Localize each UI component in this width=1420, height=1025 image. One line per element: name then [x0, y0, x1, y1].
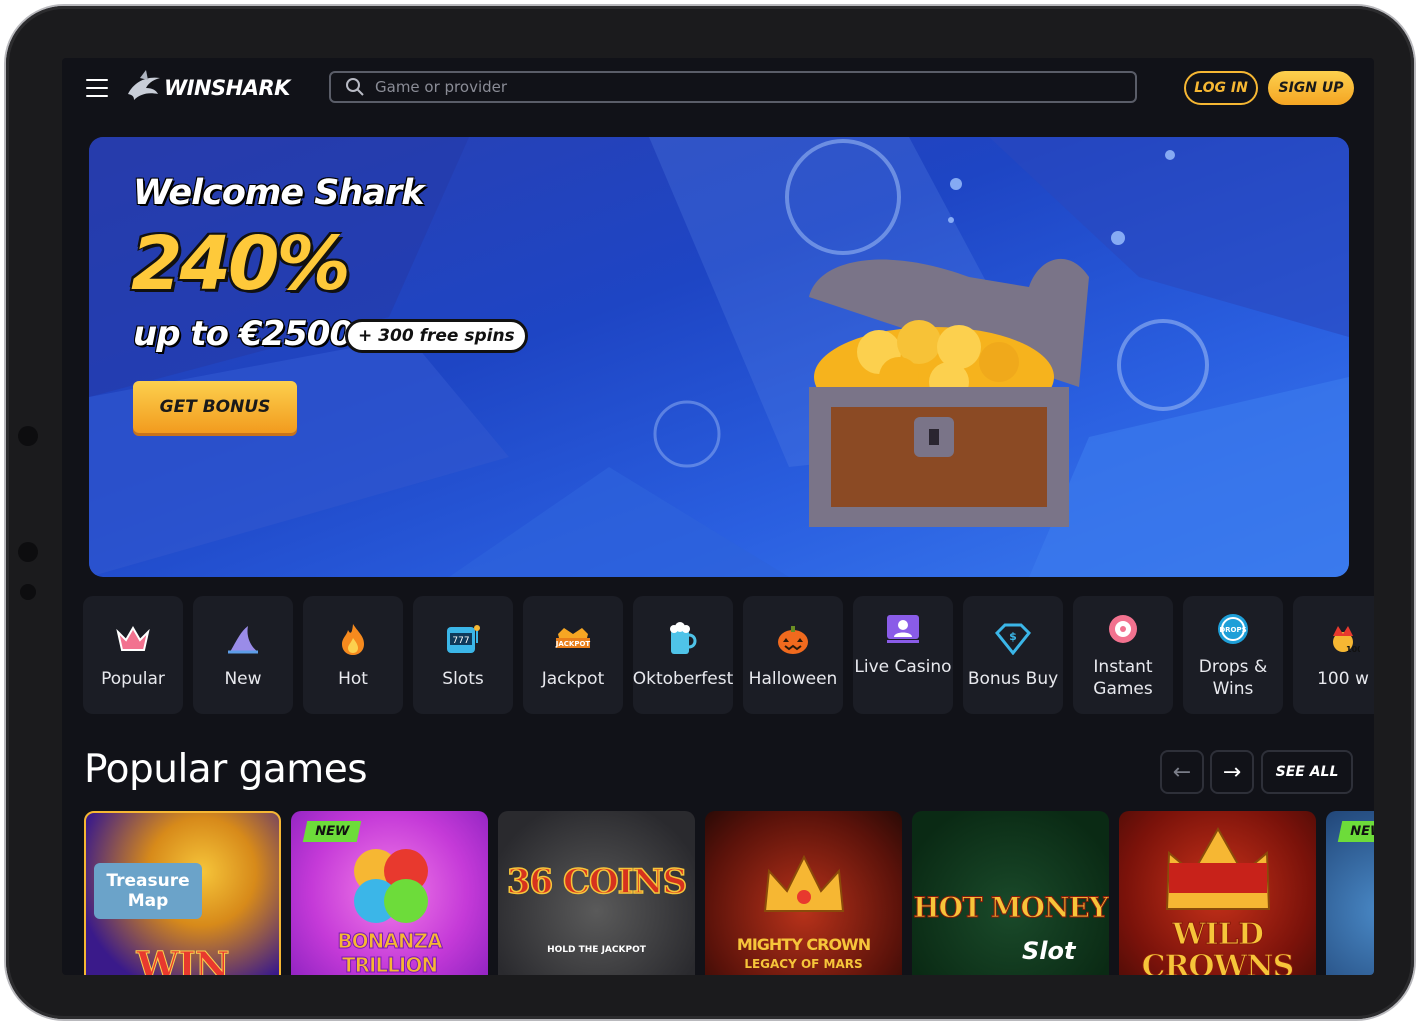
jackpot-icon: JACKPOT	[553, 622, 593, 656]
svg-text:DROPS: DROPS	[1219, 626, 1246, 634]
welcome-banner[interactable]: Welcome Shark 240% up to €2500 + 300 fre…	[89, 137, 1349, 577]
crown-icon	[763, 854, 845, 912]
joker-icon: 100	[1323, 622, 1363, 656]
category-label: Drops & Wins	[1198, 657, 1268, 699]
treasure-chest-icon	[809, 258, 1089, 527]
game-title: 36 COINS	[506, 862, 688, 902]
top-header: WINSHARK LOG IN SIGN UP	[62, 58, 1374, 120]
login-button[interactable]: LOG IN	[1184, 71, 1258, 105]
see-all-button[interactable]: SEE ALL	[1261, 750, 1353, 794]
category-label: Popular	[101, 669, 165, 689]
banner-title: Welcome Shark	[133, 173, 425, 213]
category-label: Bonus Buy	[967, 669, 1059, 689]
tablet-frame: WINSHARK LOG IN SIGN UP	[6, 6, 1414, 1019]
category-new[interactable]: New	[193, 596, 293, 714]
logo[interactable]: WINSHARK	[126, 68, 290, 108]
clover-icon	[354, 849, 428, 923]
flame-icon	[333, 622, 373, 656]
free-spins-badge: + 300 free spins	[345, 319, 528, 353]
drops-wins-icon: DROPS	[1213, 612, 1253, 646]
camera-dot	[20, 584, 36, 600]
category-jackpot[interactable]: JACKPOT Jackpot	[523, 596, 623, 714]
game-tag: Slot	[1022, 937, 1076, 965]
logo-text: WINSHARK	[164, 76, 290, 100]
category-drops-wins[interactable]: DROPS Drops & Wins	[1183, 596, 1283, 714]
category-instant-games[interactable]: Instant Games	[1073, 596, 1173, 714]
pumpkin-icon	[773, 622, 813, 656]
svg-text:100: 100	[1346, 645, 1360, 654]
category-live-casino[interactable]: Live Casino	[853, 596, 953, 714]
category-oktoberfest[interactable]: Oktoberfest	[633, 596, 733, 714]
game-card[interactable]: HOT MONEY Slot	[912, 811, 1109, 975]
game-card[interactable]: NEW S	[1326, 811, 1374, 975]
game-title: WIN	[136, 943, 230, 976]
beer-mug-icon	[663, 622, 703, 656]
game-title: MIGHTY CROWN	[736, 935, 871, 954]
game-title: WILD CROWNS	[1141, 917, 1295, 975]
new-badge: NEW	[1337, 821, 1374, 842]
game-card[interactable]: WILD CROWNS	[1119, 811, 1316, 975]
app-screen: WINSHARK LOG IN SIGN UP	[62, 58, 1374, 975]
category-label: New	[224, 669, 262, 689]
game-title: BONANZA TRILLION	[337, 929, 443, 976]
svg-text:777: 777	[452, 636, 469, 646]
search-bar[interactable]	[329, 71, 1137, 103]
section-title: Popular games	[84, 747, 368, 792]
game-title: HOT MONEY	[913, 891, 1109, 924]
category-popular[interactable]: Popular	[83, 596, 183, 714]
crown-icon	[113, 622, 153, 656]
game-card[interactable]: Treasure Map WIN	[84, 811, 281, 975]
category-100-wins[interactable]: 100 100 w	[1293, 596, 1374, 714]
next-arrow-icon[interactable]: →	[1210, 750, 1254, 794]
category-label: Instant Games	[1093, 657, 1153, 699]
new-badge: NEW	[302, 821, 362, 842]
games-row: Treasure Map WIN NEW BONANZA TRILLION 36…	[84, 811, 1374, 975]
crown-icon	[1165, 826, 1271, 910]
camera-dot	[18, 426, 38, 446]
signup-button[interactable]: SIGN UP	[1268, 71, 1354, 105]
game-card[interactable]: MIGHTY CROWN LEGACY OF MARS	[705, 811, 902, 975]
instant-games-icon	[1103, 612, 1143, 646]
game-card[interactable]: 36 COINS HOLD THE JACKPOT	[498, 811, 695, 975]
category-bonus-buy[interactable]: $ Bonus Buy	[963, 596, 1063, 714]
category-halloween[interactable]: Halloween	[743, 596, 843, 714]
category-label: Halloween	[748, 669, 838, 689]
banner-amount: up to €2500	[133, 314, 353, 354]
category-label: Jackpot	[541, 669, 605, 689]
svg-text:JACKPOT: JACKPOT	[555, 640, 591, 648]
game-tag: HOLD THE JACKPOT	[547, 945, 646, 955]
category-label: Hot	[338, 669, 368, 689]
category-slots[interactable]: 777 Slots	[413, 596, 513, 714]
game-card[interactable]: NEW BONANZA TRILLION	[291, 811, 488, 975]
live-dealer-icon	[883, 612, 923, 646]
category-hot[interactable]: Hot	[303, 596, 403, 714]
category-label: Oktoberfest	[632, 669, 734, 689]
search-input[interactable]	[373, 77, 1077, 97]
get-bonus-button[interactable]: GET BONUS	[133, 381, 297, 433]
category-label: Slots	[442, 669, 484, 689]
shark-fin-icon	[223, 622, 263, 656]
hamburger-menu-icon[interactable]	[86, 79, 108, 97]
diamond-icon: $	[993, 622, 1033, 656]
game-tag: LEGACY OF MARS	[744, 957, 863, 971]
shark-logo-icon	[128, 70, 160, 100]
prev-arrow-icon[interactable]: ←	[1160, 750, 1204, 794]
game-tag: Treasure Map	[94, 863, 202, 919]
camera-dot	[18, 542, 38, 562]
category-label: 100 w	[1317, 669, 1369, 689]
category-bar: Popular New Hot 777 Slots JACKPOT Jackpo…	[83, 596, 1374, 714]
search-icon	[346, 78, 364, 96]
banner-percent: 240%	[131, 221, 351, 307]
svg-text:$: $	[1009, 630, 1017, 643]
category-label: Live Casino	[854, 657, 952, 677]
slot-machine-icon: 777	[443, 622, 483, 656]
game-title: S	[1326, 911, 1374, 958]
